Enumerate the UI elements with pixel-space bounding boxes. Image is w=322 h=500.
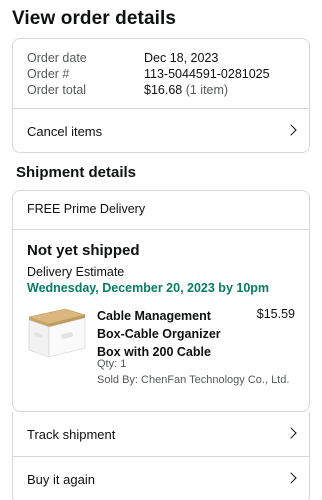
cancel-items-label: Cancel items: [27, 123, 103, 139]
order-number-row: Order # 113-5044591-0281025: [27, 67, 270, 81]
order-total-row: Order total $16.68 (1 item): [27, 83, 228, 97]
delivery-type: FREE Prime Delivery: [27, 202, 146, 216]
order-date-value: Dec 18, 2023: [144, 51, 219, 65]
product-quantity: Qty: 1: [97, 358, 127, 370]
divider: [13, 229, 309, 230]
product-title-link[interactable]: Cable Management Box-Cable Organizer Box…: [97, 307, 237, 361]
order-total-value: $16.68 (1 item): [144, 83, 228, 97]
track-shipment-button[interactable]: Track shipment: [13, 412, 309, 456]
order-number-value: 113-5044591-0281025: [144, 67, 270, 81]
track-shipment-label: Track shipment: [27, 426, 116, 442]
product-seller: Sold By: ChenFan Technology Co., Ltd.: [97, 374, 290, 386]
order-date-row: Order date Dec 18, 2023: [27, 51, 218, 65]
shipment-actions: Track shipment Buy it again: [12, 412, 310, 500]
chevron-right-icon: [285, 472, 297, 484]
shipment-status: Not yet shipped: [27, 242, 140, 259]
chevron-right-icon: [285, 124, 297, 136]
buy-it-again-button[interactable]: Buy it again: [13, 457, 309, 500]
order-total-label: Order total: [27, 83, 87, 97]
product-price: $15.59: [256, 307, 295, 321]
delivery-estimate-date: Wednesday, December 20, 2023 by 10pm: [27, 281, 270, 295]
order-item-count: (1 item): [185, 83, 229, 97]
order-total-amount: $16.68: [144, 83, 183, 97]
buy-it-again-label: Buy it again: [27, 471, 95, 487]
product-thumbnail-icon[interactable]: [25, 305, 87, 363]
order-number-label: Order #: [27, 67, 70, 81]
shipment-card: FREE Prime Delivery Not yet shipped Deli…: [12, 190, 310, 412]
shipment-section-title: Shipment details: [16, 164, 137, 181]
order-date-label: Order date: [27, 51, 87, 65]
page-title: View order details: [12, 8, 177, 29]
delivery-estimate-label: Delivery Estimate: [27, 265, 125, 279]
chevron-right-icon: [285, 427, 297, 439]
cancel-items-button[interactable]: Cancel items: [13, 109, 309, 152]
order-summary-card: Order date Dec 18, 2023 Order # 113-5044…: [12, 38, 310, 153]
